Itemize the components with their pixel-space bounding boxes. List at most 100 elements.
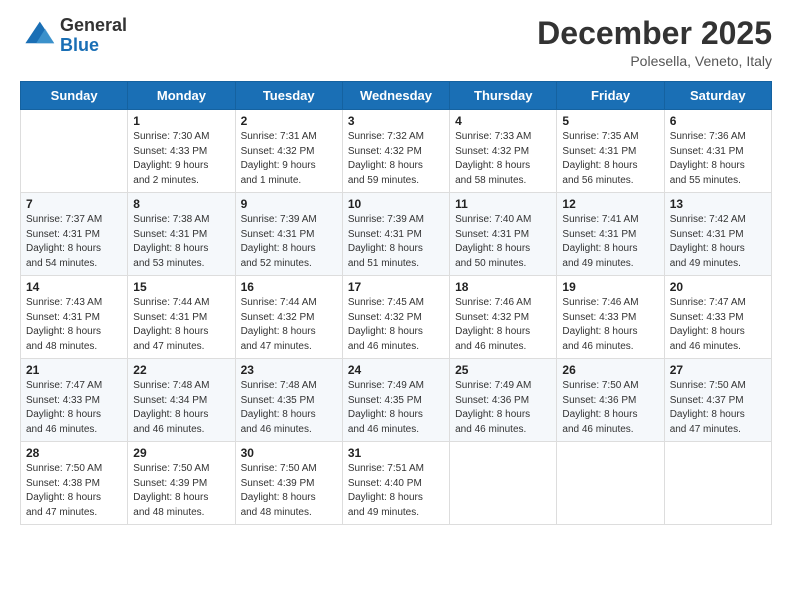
calendar-cell (557, 442, 664, 525)
day-info: Sunrise: 7:50 AM Sunset: 4:39 PM Dayligh… (241, 462, 337, 520)
calendar-cell: 22 Sunrise: 7:48 AM Sunset: 4:34 PM Dayli… (128, 359, 235, 442)
calendar-cell: 29 Sunrise: 7:50 AM Sunset: 4:39 PM Dayli… (128, 442, 235, 525)
calendar-cell: 6Sunrise: 7:36 AM Sunset: 4:31 PM Daylig… (664, 110, 771, 193)
day-number: 6 (670, 114, 766, 128)
day-info: Sunrise: 7:47 AM Sunset: 4:33 PM Dayligh… (670, 296, 766, 354)
calendar-cell: 19Sunrise: 7:46 AM Sunset: 4:33 PM Dayli… (557, 276, 664, 359)
day-info: Sunrise: 7:40 AM Sunset: 4:31 PM Dayligh… (455, 213, 551, 271)
day-info: Sunrise: 7:48 AM Sunset: 4:34 PM Dayligh… (133, 379, 229, 437)
day-info: Sunrise: 7:41 AM Sunset: 4:31 PM Dayligh… (562, 213, 658, 271)
calendar-cell: 20 Sunrise: 7:47 AM Sunset: 4:33 PM Dayli… (664, 276, 771, 359)
day-number: 31 (348, 446, 444, 460)
calendar-week-row: 21Sunrise: 7:47 AM Sunset: 4:33 PM Dayli… (21, 359, 772, 442)
day-info: Sunrise: 7:51 AM Sunset: 4:40 PM Dayligh… (348, 462, 444, 520)
day-number: 14 (26, 280, 122, 294)
calendar-cell: 31 Sunrise: 7:51 AM Sunset: 4:40 PM Dayli… (342, 442, 449, 525)
day-number: 15 (133, 280, 229, 294)
calendar-cell: 3 Sunrise: 7:32 AM Sunset: 4:32 PM Daylig… (342, 110, 449, 193)
calendar-cell: 12 Sunrise: 7:41 AM Sunset: 4:31 PM Dayli… (557, 193, 664, 276)
logo: General Blue (20, 16, 127, 56)
day-info: Sunrise: 7:44 AM Sunset: 4:31 PM Dayligh… (133, 296, 229, 354)
day-number: 27 (670, 363, 766, 377)
calendar-week-row: 14 Sunrise: 7:43 AM Sunset: 4:31 PM Dayli… (21, 276, 772, 359)
calendar-cell: 13 Sunrise: 7:42 AM Sunset: 4:31 PM Dayli… (664, 193, 771, 276)
day-info: Sunrise: 7:32 AM Sunset: 4:32 PM Dayligh… (348, 130, 444, 188)
day-number: 20 (670, 280, 766, 294)
day-number: 10 (348, 197, 444, 211)
logo-line1: General (60, 16, 127, 36)
day-number: 16 (241, 280, 337, 294)
day-info: Sunrise: 7:42 AM Sunset: 4:31 PM Dayligh… (670, 213, 766, 271)
weekday-header: Friday (557, 82, 664, 110)
day-number: 11 (455, 197, 551, 211)
day-info: Sunrise: 7:46 AM Sunset: 4:32 PM Dayligh… (455, 296, 551, 354)
title-block: December 2025 Polesella, Veneto, Italy (537, 16, 772, 69)
calendar-cell: 26 Sunrise: 7:50 AM Sunset: 4:36 PM Dayli… (557, 359, 664, 442)
day-number: 21 (26, 363, 122, 377)
day-info: Sunrise: 7:50 AM Sunset: 4:39 PM Dayligh… (133, 462, 229, 520)
day-number: 25 (455, 363, 551, 377)
day-number: 13 (670, 197, 766, 211)
day-number: 23 (241, 363, 337, 377)
weekday-header: Wednesday (342, 82, 449, 110)
calendar-week-row: 1Sunrise: 7:30 AM Sunset: 4:33 PM Daylig… (21, 110, 772, 193)
day-info: Sunrise: 7:44 AM Sunset: 4:32 PM Dayligh… (241, 296, 337, 354)
day-number: 9 (241, 197, 337, 211)
page: General Blue December 2025 Polesella, Ve… (0, 0, 792, 612)
calendar-cell (450, 442, 557, 525)
weekday-header: Monday (128, 82, 235, 110)
day-number: 18 (455, 280, 551, 294)
calendar-week-row: 7 Sunrise: 7:37 AM Sunset: 4:31 PM Daylig… (21, 193, 772, 276)
calendar-cell: 16 Sunrise: 7:44 AM Sunset: 4:32 PM Dayli… (235, 276, 342, 359)
calendar-cell (21, 110, 128, 193)
calendar-cell: 8 Sunrise: 7:38 AM Sunset: 4:31 PM Daylig… (128, 193, 235, 276)
day-number: 8 (133, 197, 229, 211)
day-number: 26 (562, 363, 658, 377)
weekday-header: Sunday (21, 82, 128, 110)
day-number: 28 (26, 446, 122, 460)
day-info: Sunrise: 7:38 AM Sunset: 4:31 PM Dayligh… (133, 213, 229, 271)
day-number: 4 (455, 114, 551, 128)
calendar-cell: 25 Sunrise: 7:49 AM Sunset: 4:36 PM Dayli… (450, 359, 557, 442)
month-title: December 2025 (537, 16, 772, 51)
weekday-header: Saturday (664, 82, 771, 110)
day-info: Sunrise: 7:48 AM Sunset: 4:35 PM Dayligh… (241, 379, 337, 437)
day-number: 22 (133, 363, 229, 377)
day-info: Sunrise: 7:39 AM Sunset: 4:31 PM Dayligh… (348, 213, 444, 271)
day-info: Sunrise: 7:43 AM Sunset: 4:31 PM Dayligh… (26, 296, 122, 354)
day-info: Sunrise: 7:33 AM Sunset: 4:32 PM Dayligh… (455, 130, 551, 188)
day-number: 7 (26, 197, 122, 211)
day-info: Sunrise: 7:49 AM Sunset: 4:35 PM Dayligh… (348, 379, 444, 437)
calendar-cell: 30 Sunrise: 7:50 AM Sunset: 4:39 PM Dayli… (235, 442, 342, 525)
logo-text: General Blue (60, 16, 127, 56)
day-number: 12 (562, 197, 658, 211)
header: General Blue December 2025 Polesella, Ve… (20, 16, 772, 69)
day-info: Sunrise: 7:37 AM Sunset: 4:31 PM Dayligh… (26, 213, 122, 271)
day-info: Sunrise: 7:39 AM Sunset: 4:31 PM Dayligh… (241, 213, 337, 271)
day-number: 17 (348, 280, 444, 294)
day-number: 30 (241, 446, 337, 460)
calendar-cell: 5Sunrise: 7:35 AM Sunset: 4:31 PM Daylig… (557, 110, 664, 193)
calendar-cell: 9 Sunrise: 7:39 AM Sunset: 4:31 PM Daylig… (235, 193, 342, 276)
day-info: Sunrise: 7:45 AM Sunset: 4:32 PM Dayligh… (348, 296, 444, 354)
calendar-cell (664, 442, 771, 525)
calendar-cell: 17 Sunrise: 7:45 AM Sunset: 4:32 PM Dayli… (342, 276, 449, 359)
day-info: Sunrise: 7:50 AM Sunset: 4:36 PM Dayligh… (562, 379, 658, 437)
calendar-cell: 2Sunrise: 7:31 AM Sunset: 4:32 PM Daylig… (235, 110, 342, 193)
calendar-cell: 27Sunrise: 7:50 AM Sunset: 4:37 PM Dayli… (664, 359, 771, 442)
day-info: Sunrise: 7:49 AM Sunset: 4:36 PM Dayligh… (455, 379, 551, 437)
weekday-header: Thursday (450, 82, 557, 110)
calendar-header-row: SundayMondayTuesdayWednesdayThursdayFrid… (21, 82, 772, 110)
day-number: 1 (133, 114, 229, 128)
calendar-cell: 18 Sunrise: 7:46 AM Sunset: 4:32 PM Dayli… (450, 276, 557, 359)
day-number: 5 (562, 114, 658, 128)
day-number: 29 (133, 446, 229, 460)
day-number: 2 (241, 114, 337, 128)
calendar-table: SundayMondayTuesdayWednesdayThursdayFrid… (20, 81, 772, 525)
day-info: Sunrise: 7:46 AM Sunset: 4:33 PM Dayligh… (562, 296, 658, 354)
calendar-cell: 14 Sunrise: 7:43 AM Sunset: 4:31 PM Dayli… (21, 276, 128, 359)
calendar-cell: 21Sunrise: 7:47 AM Sunset: 4:33 PM Dayli… (21, 359, 128, 442)
day-number: 3 (348, 114, 444, 128)
calendar-cell: 24Sunrise: 7:49 AM Sunset: 4:35 PM Dayli… (342, 359, 449, 442)
calendar-cell: 11 Sunrise: 7:40 AM Sunset: 4:31 PM Dayli… (450, 193, 557, 276)
